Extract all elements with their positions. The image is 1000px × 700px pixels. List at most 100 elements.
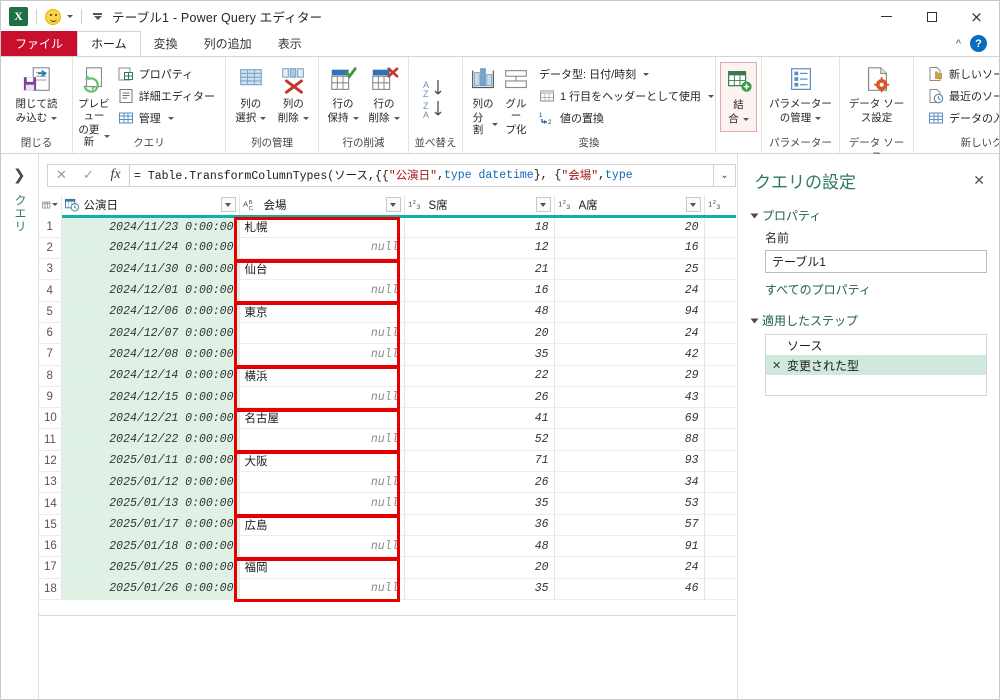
cell-next-partial[interactable] bbox=[704, 237, 736, 258]
cell-venue[interactable]: null bbox=[239, 386, 404, 407]
sort-buttons[interactable]: A Z Z A bbox=[413, 71, 458, 123]
table-row[interactable]: 92024/12/15 0:00:00null2643 bbox=[39, 386, 736, 407]
cell-venue[interactable]: 広島 bbox=[239, 514, 404, 535]
row-number-cell[interactable]: 15 bbox=[39, 514, 61, 535]
cell-s-seat[interactable]: 35 bbox=[404, 578, 554, 599]
tab-transform[interactable]: 変換 bbox=[141, 31, 191, 56]
cell-venue[interactable]: null bbox=[239, 280, 404, 301]
column-header-next-partial[interactable]: 1 2 3 bbox=[704, 195, 736, 216]
replace-values-button[interactable]: 1 2 値の置換 bbox=[535, 108, 718, 128]
cell-performance-date[interactable]: 2024/12/21 0:00:00 bbox=[61, 408, 239, 429]
cell-s-seat[interactable]: 16 bbox=[404, 280, 554, 301]
cell-a-seat[interactable]: 24 bbox=[554, 322, 704, 343]
cell-next-partial[interactable] bbox=[704, 535, 736, 556]
cell-performance-date[interactable]: 2024/11/30 0:00:00 bbox=[61, 259, 239, 280]
cell-next-partial[interactable] bbox=[704, 216, 736, 237]
properties-expand-icon[interactable] bbox=[751, 213, 759, 218]
row-number-cell[interactable]: 8 bbox=[39, 365, 61, 386]
cell-s-seat[interactable]: 12 bbox=[404, 237, 554, 258]
row-number-cell[interactable]: 11 bbox=[39, 429, 61, 450]
keep-rows-button[interactable]: 行の 保持 bbox=[323, 62, 363, 126]
manage-parameters-caret-icon[interactable] bbox=[815, 117, 821, 120]
table-row[interactable]: 152025/01/17 0:00:00広島3657 bbox=[39, 514, 736, 535]
column-filter-a-seat[interactable] bbox=[686, 197, 701, 212]
tab-home[interactable]: ホーム bbox=[77, 31, 141, 56]
cell-s-seat[interactable]: 36 bbox=[404, 514, 554, 535]
table-row[interactable]: 12024/11/23 0:00:00札幌1820 bbox=[39, 216, 736, 237]
cell-s-seat[interactable]: 41 bbox=[404, 408, 554, 429]
cell-venue[interactable]: null bbox=[239, 429, 404, 450]
cell-next-partial[interactable] bbox=[704, 344, 736, 365]
cell-venue[interactable]: null bbox=[239, 535, 404, 556]
cell-a-seat[interactable]: 91 bbox=[554, 535, 704, 556]
cell-performance-date[interactable]: 2025/01/11 0:00:00 bbox=[61, 450, 239, 471]
cell-performance-date[interactable]: 2024/12/01 0:00:00 bbox=[61, 280, 239, 301]
cell-s-seat[interactable]: 20 bbox=[404, 557, 554, 578]
row-number-cell[interactable]: 13 bbox=[39, 472, 61, 493]
cell-venue[interactable]: null bbox=[239, 322, 404, 343]
step-delete-icon[interactable]: ✕ bbox=[772, 359, 782, 372]
maximize-button[interactable] bbox=[909, 1, 954, 32]
collapse-ribbon-icon[interactable]: ^ bbox=[956, 38, 961, 50]
row-number-cell[interactable]: 3 bbox=[39, 259, 61, 280]
cell-a-seat[interactable]: 93 bbox=[554, 450, 704, 471]
row-number-cell[interactable]: 18 bbox=[39, 578, 61, 599]
cell-performance-date[interactable]: 2024/12/08 0:00:00 bbox=[61, 344, 239, 365]
table-row[interactable]: 32024/11/30 0:00:00仙台2125 bbox=[39, 259, 736, 280]
row-number-cell[interactable]: 17 bbox=[39, 557, 61, 578]
cell-next-partial[interactable] bbox=[704, 557, 736, 578]
split-column-button[interactable]: 列の 分割 bbox=[467, 62, 499, 138]
formula-input[interactable]: = Table.TransformColumnTypes(ソース,{{"公演日"… bbox=[130, 164, 714, 187]
remove-columns-button[interactable]: 列の 削除 bbox=[273, 62, 315, 126]
applied-step-source[interactable]: ソース bbox=[766, 335, 986, 355]
remove-rows-caret-icon[interactable] bbox=[394, 117, 400, 120]
row-number-cell[interactable]: 9 bbox=[39, 386, 61, 407]
row-number-cell[interactable]: 16 bbox=[39, 535, 61, 556]
data-type-caret-icon[interactable] bbox=[643, 73, 649, 76]
cell-s-seat[interactable]: 26 bbox=[404, 472, 554, 493]
cell-venue[interactable]: null bbox=[239, 578, 404, 599]
row-number-cell[interactable]: 12 bbox=[39, 450, 61, 471]
close-and-load-button[interactable]: 閉じて読 み込む bbox=[5, 62, 68, 126]
manage-parameters-button[interactable]: パラメーター の管理 bbox=[766, 62, 835, 126]
table-row[interactable]: 82024/12/14 0:00:00横浜2229 bbox=[39, 365, 736, 386]
cell-next-partial[interactable] bbox=[704, 280, 736, 301]
cell-performance-date[interactable]: 2025/01/18 0:00:00 bbox=[61, 535, 239, 556]
column-header-s-seat[interactable]: 1 2 3 S席 bbox=[404, 195, 554, 216]
query-name-input[interactable]: テーブル1 bbox=[765, 250, 987, 273]
cell-next-partial[interactable] bbox=[704, 472, 736, 493]
cell-next-partial[interactable] bbox=[704, 450, 736, 471]
cell-venue[interactable]: null bbox=[239, 472, 404, 493]
column-filter-performance-date[interactable] bbox=[221, 197, 236, 212]
cell-performance-date[interactable]: 2025/01/25 0:00:00 bbox=[61, 557, 239, 578]
cell-s-seat[interactable]: 26 bbox=[404, 386, 554, 407]
cell-venue[interactable]: 東京 bbox=[239, 301, 404, 322]
formula-expand-icon[interactable]: ⌄ bbox=[714, 164, 736, 187]
data-source-settings-button[interactable]: データ ソー ス設定 bbox=[844, 62, 909, 126]
cell-a-seat[interactable]: 88 bbox=[554, 429, 704, 450]
cell-a-seat[interactable]: 46 bbox=[554, 578, 704, 599]
row-number-cell[interactable]: 7 bbox=[39, 344, 61, 365]
applied-steps-section-header[interactable]: 適用したステップ bbox=[752, 312, 985, 329]
applied-step-changed-type[interactable]: ✕ 変更された型 bbox=[766, 355, 986, 375]
cell-a-seat[interactable]: 25 bbox=[554, 259, 704, 280]
cell-next-partial[interactable] bbox=[704, 429, 736, 450]
cell-performance-date[interactable]: 2024/11/24 0:00:00 bbox=[61, 237, 239, 258]
expand-queries-pane-icon[interactable]: ❯ bbox=[13, 166, 26, 184]
table-row[interactable]: 102024/12/21 0:00:00名古屋4169 bbox=[39, 408, 736, 429]
new-source-button[interactable]: 新しいソース bbox=[924, 64, 1000, 84]
row-number-cell[interactable]: 1 bbox=[39, 216, 61, 237]
cell-performance-date[interactable]: 2024/12/14 0:00:00 bbox=[61, 365, 239, 386]
data-type-button[interactable]: データ型: 日付/時刻 bbox=[535, 64, 718, 84]
cell-s-seat[interactable]: 48 bbox=[404, 301, 554, 322]
cell-s-seat[interactable]: 20 bbox=[404, 322, 554, 343]
remove-columns-caret-icon[interactable] bbox=[303, 117, 309, 120]
cell-venue[interactable]: 札幌 bbox=[239, 216, 404, 237]
cell-a-seat[interactable]: 42 bbox=[554, 344, 704, 365]
cell-next-partial[interactable] bbox=[704, 365, 736, 386]
cell-performance-date[interactable]: 2025/01/26 0:00:00 bbox=[61, 578, 239, 599]
cell-venue[interactable]: 名古屋 bbox=[239, 408, 404, 429]
combine-button[interactable]: 結 合 bbox=[720, 62, 757, 132]
table-row[interactable]: 52024/12/06 0:00:00東京4894 bbox=[39, 301, 736, 322]
tab-add-column[interactable]: 列の追加 bbox=[191, 31, 265, 56]
